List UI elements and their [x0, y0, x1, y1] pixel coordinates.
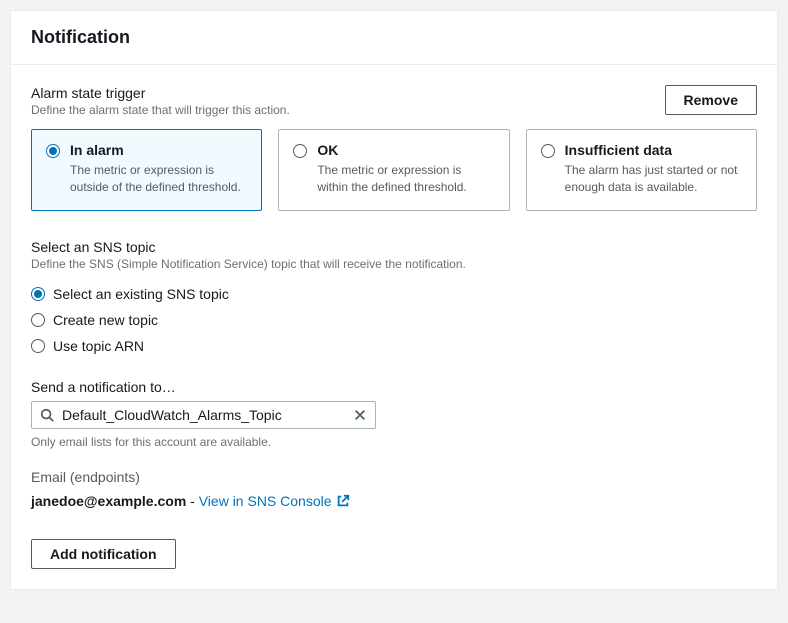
- search-icon: [40, 408, 54, 422]
- option-title: Insufficient data: [565, 142, 742, 158]
- trigger-header-row: Alarm state trigger Define the alarm sta…: [31, 85, 757, 117]
- trigger-header-text: Alarm state trigger Define the alarm sta…: [31, 85, 290, 117]
- remove-button[interactable]: Remove: [665, 85, 757, 115]
- trigger-options: In alarm The metric or expression is out…: [31, 129, 757, 211]
- sns-option-create-new[interactable]: Create new topic: [31, 307, 757, 333]
- email-separator: -: [186, 493, 198, 509]
- radio-icon: [293, 144, 307, 158]
- radio-label: Use topic ARN: [53, 338, 144, 354]
- radio-label: Create new topic: [53, 312, 158, 328]
- trigger-desc: Define the alarm state that will trigger…: [31, 103, 290, 117]
- view-sns-console-link[interactable]: View in SNS Console: [199, 493, 350, 509]
- clear-icon[interactable]: [353, 408, 367, 422]
- radio-icon: [31, 339, 45, 353]
- trigger-option-insufficient-data[interactable]: Insufficient data The alarm has just sta…: [526, 129, 757, 211]
- option-desc: The metric or expression is within the d…: [317, 162, 494, 196]
- option-desc: The alarm has just started or not enough…: [565, 162, 742, 196]
- radio-icon: [31, 313, 45, 327]
- topic-note: Only email lists for this account are av…: [31, 435, 757, 449]
- sns-option-existing[interactable]: Select an existing SNS topic: [31, 281, 757, 307]
- trigger-option-ok[interactable]: OK The metric or expression is within th…: [278, 129, 509, 211]
- panel-title: Notification: [31, 27, 757, 48]
- email-endpoints-section: Email (endpoints) janedoe@example.com - …: [31, 469, 757, 509]
- panel-body: Alarm state trigger Define the alarm sta…: [11, 65, 777, 589]
- external-link-icon: [336, 494, 350, 508]
- sns-option-use-arn[interactable]: Use topic ARN: [31, 333, 757, 359]
- option-desc: The metric or expression is outside of t…: [70, 162, 247, 196]
- notification-panel: Notification Alarm state trigger Define …: [10, 10, 778, 590]
- topic-input-wrapper[interactable]: [31, 401, 376, 429]
- radio-icon: [31, 287, 45, 301]
- radio-icon: [541, 144, 555, 158]
- trigger-heading: Alarm state trigger: [31, 85, 290, 101]
- trigger-option-in-alarm[interactable]: In alarm The metric or expression is out…: [31, 129, 262, 211]
- sns-desc: Define the SNS (Simple Notification Serv…: [31, 257, 757, 271]
- option-title: OK: [317, 142, 494, 158]
- email-address: janedoe@example.com: [31, 493, 186, 509]
- add-notification-button[interactable]: Add notification: [31, 539, 176, 569]
- send-notification-field: Send a notification to… Only email lists…: [31, 379, 757, 449]
- email-row: janedoe@example.com - View in SNS Consol…: [31, 493, 757, 509]
- sns-radio-list: Select an existing SNS topic Create new …: [31, 281, 757, 359]
- radio-label: Select an existing SNS topic: [53, 286, 229, 302]
- panel-header: Notification: [11, 11, 777, 65]
- sns-topic-section: Select an SNS topic Define the SNS (Simp…: [31, 239, 757, 359]
- email-heading: Email (endpoints): [31, 469, 757, 485]
- sns-heading: Select an SNS topic: [31, 239, 757, 255]
- topic-input[interactable]: [62, 407, 345, 423]
- radio-icon: [46, 144, 60, 158]
- send-label: Send a notification to…: [31, 379, 757, 395]
- option-title: In alarm: [70, 142, 247, 158]
